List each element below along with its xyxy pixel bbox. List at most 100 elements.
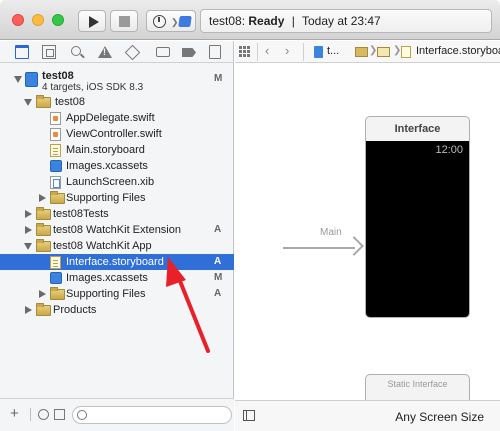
tree-item-file-selected[interactable]: Interface.storyboard A xyxy=(0,254,234,270)
chevron-right-icon: ❯ xyxy=(171,17,179,27)
forward-arrow-icon[interactable]: › xyxy=(285,44,289,58)
watch-scheme-icon xyxy=(153,15,166,28)
navigator-filter-input[interactable] xyxy=(72,406,232,424)
tree-item-file[interactable]: Main.storyboard xyxy=(0,142,234,158)
disclosure-open-icon[interactable] xyxy=(24,243,32,250)
storyboard-icon xyxy=(401,46,411,58)
tree-item-label: LaunchScreen.xib xyxy=(66,176,155,188)
project-navigator-tab-icon[interactable] xyxy=(15,45,29,59)
tree-item-label: Products xyxy=(53,304,97,316)
filter-icon xyxy=(77,410,87,420)
issue-navigator-tab-icon[interactable] xyxy=(98,46,112,58)
tree-item-label: test08Tests xyxy=(53,208,109,220)
scm-filter-icon[interactable] xyxy=(54,409,65,420)
entry-point-label: Main xyxy=(320,227,342,238)
close-window-button[interactable] xyxy=(12,14,24,26)
tree-item-file[interactable]: LaunchScreen.xib xyxy=(0,174,234,190)
document-outline-toggle-icon[interactable] xyxy=(243,410,255,421)
run-button[interactable] xyxy=(78,10,106,32)
disclosure-closed-icon[interactable] xyxy=(25,210,32,218)
navigator-tabs xyxy=(0,41,234,63)
storyboard-icon xyxy=(50,256,61,269)
navigator-filter-bar: + xyxy=(0,398,234,431)
disclosure-open-icon[interactable] xyxy=(24,99,32,106)
asset-catalog-icon xyxy=(50,160,62,172)
watch-screen[interactable]: 12:00 xyxy=(366,141,469,317)
xib-icon xyxy=(50,176,61,189)
scm-status-badge: M xyxy=(214,73,223,84)
debug-navigator-tab-icon[interactable] xyxy=(156,47,170,57)
scm-status-badge: M xyxy=(214,272,223,283)
divider xyxy=(30,408,31,421)
tree-item-file[interactable]: ViewController.swift xyxy=(0,126,234,142)
disclosure-closed-icon[interactable] xyxy=(25,226,32,234)
editor-footer: Any Screen Size xyxy=(235,400,500,431)
tree-item-group[interactable]: test08Tests xyxy=(0,206,234,222)
scene-title: Interface xyxy=(394,123,441,135)
tree-item-file[interactable]: Images.xcassets M xyxy=(0,270,234,286)
storyboard-editor: ‹ › t... ❯ ❯ Interface.storyboard Main I… xyxy=(235,41,500,431)
tree-item-group[interactable]: test08 WatchKit Extension A xyxy=(0,222,234,238)
activity-time: Today at 23:47 xyxy=(302,14,381,28)
tree-item-label: Images.xcassets xyxy=(66,160,148,172)
minimize-window-button[interactable] xyxy=(32,14,44,26)
divider xyxy=(303,43,304,61)
entry-point-arrow[interactable] xyxy=(283,247,355,249)
breakpoint-navigator-tab-icon[interactable] xyxy=(182,48,196,57)
disclosure-closed-icon[interactable] xyxy=(25,306,32,314)
jumpbar-file[interactable]: Interface.storyboard xyxy=(416,45,500,57)
scm-status-badge: A xyxy=(214,288,222,299)
folder-icon[interactable] xyxy=(355,47,368,57)
scene-title: Static Interface xyxy=(387,379,448,389)
storyboard-icon xyxy=(50,144,61,157)
tree-item-label: AppDelegate.swift xyxy=(66,112,155,124)
tree-item-group[interactable]: Supporting Files xyxy=(0,190,234,206)
tree-item-group[interactable]: Supporting Files A xyxy=(0,286,234,302)
tree-item-file[interactable]: AppDelegate.swift xyxy=(0,110,234,126)
jump-bar: ‹ › t... ❯ ❯ Interface.storyboard xyxy=(235,41,500,63)
tree-item-group[interactable]: test08 xyxy=(0,94,234,110)
static-interface-scene[interactable]: Static Interface xyxy=(365,374,470,400)
related-items-icon[interactable] xyxy=(239,46,250,57)
folder-icon xyxy=(50,287,65,300)
tree-item-group[interactable]: test08 WatchKit App xyxy=(0,238,234,254)
project-navigator: test08 4 targets, iOS SDK 8.3 M test08 A… xyxy=(0,41,234,431)
fullscreen-window-button[interactable] xyxy=(52,14,64,26)
folder-icon xyxy=(36,95,51,108)
test-navigator-tab-icon[interactable] xyxy=(124,44,141,61)
activity-viewer: test08: Ready | Today at 23:47 xyxy=(200,9,492,33)
stop-icon xyxy=(119,16,130,27)
scm-status-badge: A xyxy=(214,256,222,267)
interface-scene[interactable]: Interface 12:00 xyxy=(365,116,470,318)
symbol-navigator-tab-icon[interactable] xyxy=(42,45,56,59)
watch-time: 12:00 xyxy=(435,144,463,156)
recent-files-icon[interactable] xyxy=(38,409,49,420)
divider xyxy=(257,43,258,61)
stop-button[interactable] xyxy=(110,10,138,32)
folder-icon xyxy=(36,239,51,252)
folder-icon xyxy=(50,191,65,204)
tree-item-label: Interface.storyboard xyxy=(66,256,164,268)
storyboard-canvas[interactable]: Main Interface 12:00 Static Interface xyxy=(235,64,500,400)
disclosure-open-icon[interactable] xyxy=(14,76,22,83)
tree-item-group[interactable]: Products xyxy=(0,302,234,318)
back-arrow-icon[interactable]: ‹ xyxy=(265,44,269,58)
swift-file-icon xyxy=(50,112,61,125)
scheme-selector[interactable]: ❯ xyxy=(146,10,196,32)
entry-point-arrowhead xyxy=(344,236,364,256)
activity-status: Ready xyxy=(248,14,285,28)
folder-icon xyxy=(36,207,51,220)
tree-item-label: Supporting Files xyxy=(66,288,146,300)
find-navigator-tab-icon[interactable] xyxy=(71,46,81,56)
tree-item-label: test08 WatchKit App xyxy=(53,240,152,252)
asset-catalog-icon xyxy=(50,272,62,284)
disclosure-closed-icon[interactable] xyxy=(39,194,46,202)
jumpbar-project[interactable]: t... xyxy=(327,45,339,57)
disclosure-closed-icon[interactable] xyxy=(39,290,46,298)
size-class-button[interactable]: Any Screen Size xyxy=(395,410,484,424)
folder-icon[interactable] xyxy=(377,47,390,57)
swift-file-icon xyxy=(50,128,61,141)
tree-item-file[interactable]: Images.xcassets xyxy=(0,158,234,174)
report-navigator-tab-icon[interactable] xyxy=(209,45,221,59)
add-file-icon[interactable]: + xyxy=(10,406,19,421)
